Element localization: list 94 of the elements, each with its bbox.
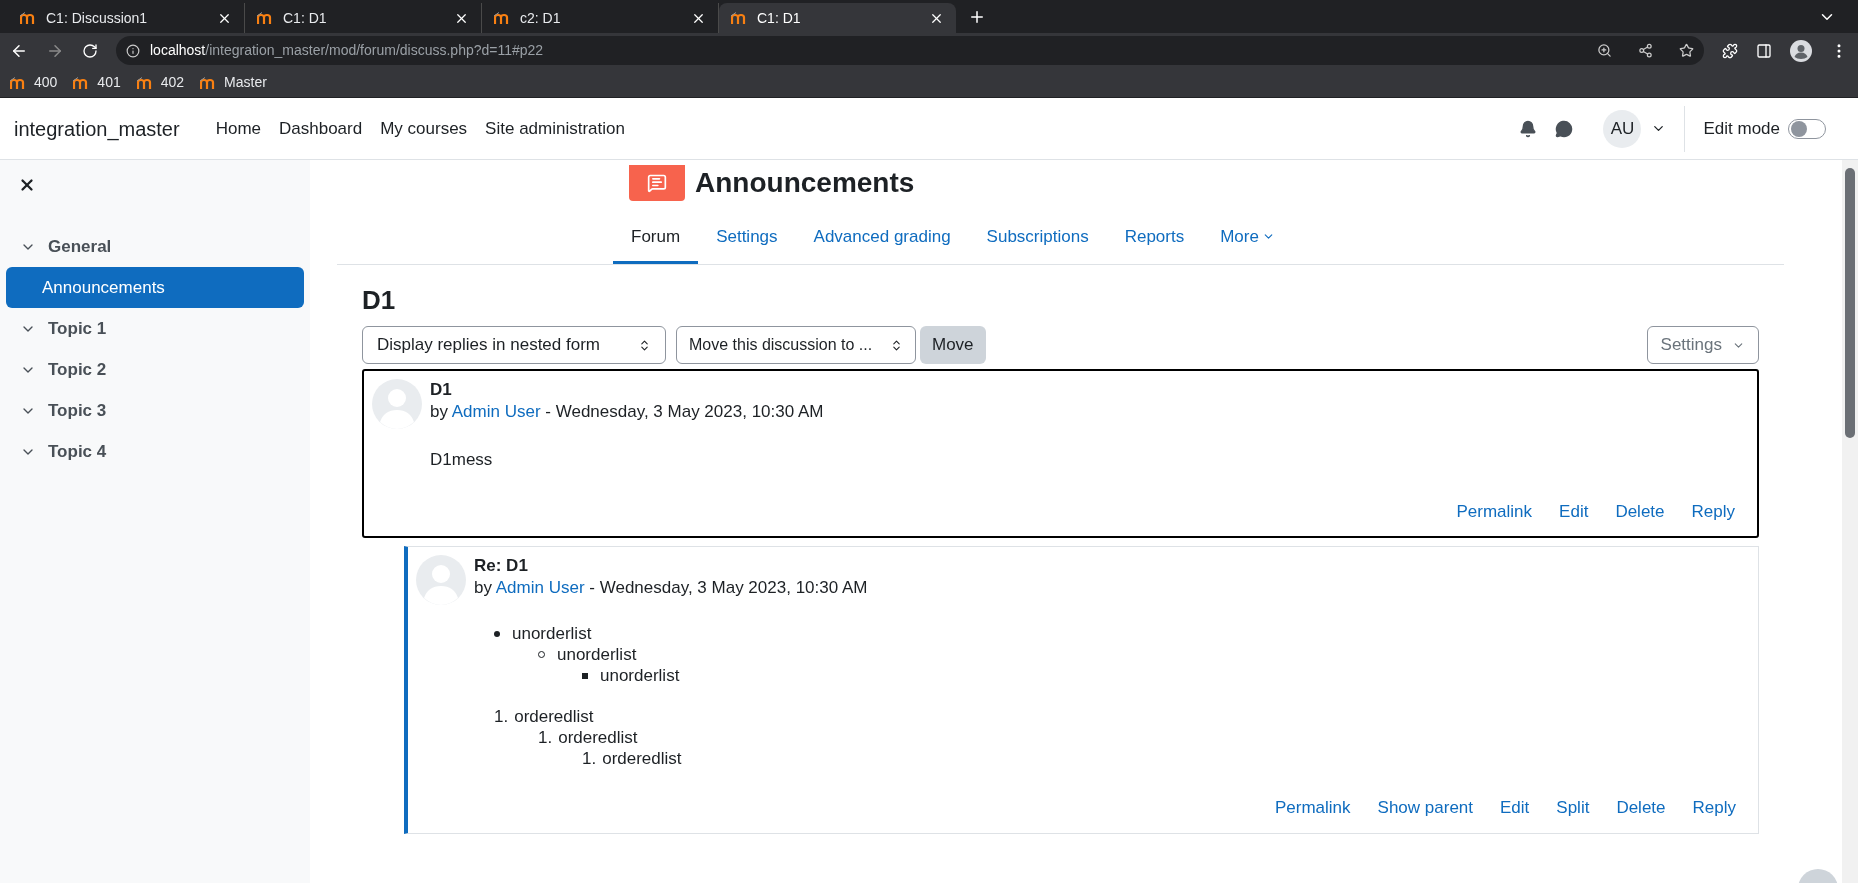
post-action-link[interactable]: Split (1556, 795, 1590, 821)
tab-title: C1: Discussion1 (46, 8, 149, 28)
section-label: Topic 2 (48, 358, 107, 381)
messages-icon[interactable] (1555, 119, 1574, 138)
secondary-tab[interactable]: Reports (1106, 212, 1203, 264)
edit-mode-label: Edit mode (1703, 117, 1780, 140)
post-action-link[interactable]: Show parent (1377, 795, 1473, 821)
address-bar[interactable]: localhost/integration_master/mod/forum/discuss.php?d=11#p22 (116, 36, 1704, 65)
select-arrows-icon (890, 338, 903, 352)
post-byline: by Admin User - Wednesday, 3 May 2023, 10:30 AM (430, 401, 825, 423)
select-arrows-icon (638, 338, 651, 352)
post-action-link[interactable]: Permalink (1274, 795, 1351, 821)
post-action-link[interactable]: Reply (1692, 795, 1736, 821)
discussion-title: D1 (362, 284, 397, 317)
post-action-link[interactable]: Reply (1691, 498, 1735, 524)
star-icon[interactable] (1679, 43, 1694, 58)
nav-link[interactable]: My courses (380, 115, 468, 142)
section-item[interactable]: General (6, 226, 304, 267)
bookmark[interactable]: 400 (10, 72, 58, 93)
secondary-tab[interactable]: Settings (698, 212, 796, 264)
section-label: Topic 4 (48, 440, 107, 463)
list-item-text: unorderlist (512, 622, 592, 645)
close-icon[interactable] (18, 176, 36, 194)
profile-icon[interactable] (1790, 39, 1812, 62)
site-favicon-icon (257, 12, 273, 24)
bullet-icon (494, 630, 500, 637)
nav-link[interactable]: Dashboard (279, 115, 363, 142)
browser-tab[interactable]: C1: D1 (719, 3, 956, 33)
secondary-tab[interactable]: More (1202, 212, 1293, 264)
user-avatar[interactable]: AU (1603, 109, 1642, 148)
list-item-text: orderedlist (558, 726, 638, 749)
post-action-link[interactable]: Delete (1615, 498, 1665, 524)
site-name[interactable]: integration_master (14, 113, 180, 144)
post-action-link[interactable]: Permalink (1456, 498, 1533, 524)
post-action-link[interactable]: Edit (1500, 795, 1530, 821)
author-link[interactable]: Admin User (495, 578, 585, 597)
url-text: localhost/integration_master/mod/forum/discuss.php?d=11#p22 (150, 41, 545, 60)
list-number: 1. (538, 726, 553, 749)
secondary-tab[interactable]: Advanced grading (795, 212, 969, 264)
post-action-link[interactable]: Delete (1616, 795, 1666, 821)
forum-icon (629, 165, 685, 201)
bookmark[interactable]: Master (200, 72, 267, 93)
secondary-tab[interactable]: Forum (613, 212, 699, 264)
author-link[interactable]: Admin User (451, 402, 541, 421)
extensions-icon[interactable] (1722, 42, 1738, 59)
list-item-text: orderedlist (514, 705, 594, 728)
edit-mode-switch[interactable] (1788, 118, 1826, 139)
site-favicon-icon (20, 12, 36, 24)
tab-title: C1: D1 (283, 8, 328, 28)
move-button[interactable]: Move (920, 326, 986, 364)
activity-item[interactable]: Announcements (6, 267, 304, 308)
site-favicon-icon (200, 76, 217, 89)
site-favicon-icon (494, 12, 510, 24)
post-subject: Re: D1 (474, 555, 529, 577)
section-label: Topic 1 (48, 317, 107, 340)
share-icon[interactable] (1638, 43, 1653, 58)
move-discussion-select[interactable]: Move this discussion to ... (676, 326, 916, 364)
list-number: 1. (582, 747, 597, 770)
post-subject: D1 (430, 379, 453, 401)
section-item[interactable]: Topic 4 (6, 431, 304, 472)
post-byline: by Admin User - Wednesday, 3 May 2023, 10:30 AM (474, 577, 869, 599)
bookmark[interactable]: 401 (73, 72, 121, 93)
section-item[interactable]: Topic 2 (6, 349, 304, 390)
tab-title: C1: D1 (757, 8, 802, 28)
bell-icon[interactable] (1519, 119, 1538, 138)
nav-link[interactable]: Home (215, 115, 261, 142)
nav-link[interactable]: Site administration (485, 115, 625, 142)
reload-icon[interactable] (82, 42, 98, 59)
site-favicon-icon (73, 76, 90, 89)
side-panel-icon[interactable] (1756, 42, 1772, 59)
site-favicon-icon (136, 76, 153, 89)
list-item-text: unorderlist (600, 664, 680, 687)
section-item[interactable]: Topic 1 (6, 308, 304, 349)
site-favicon-icon (10, 76, 26, 89)
section-label: Topic 3 (48, 399, 107, 422)
site-favicon-icon (731, 12, 747, 24)
post-message: D1mess (430, 449, 494, 471)
bookmark[interactable]: 402 (136, 72, 185, 93)
settings-button[interactable]: Settings (1646, 326, 1759, 364)
secondary-tab[interactable]: Subscriptions (968, 212, 1107, 264)
list-item-text: orderedlist (602, 747, 682, 770)
info-icon (126, 43, 140, 58)
tab-title: c2: D1 (520, 8, 562, 28)
list-number: 1. (494, 705, 509, 728)
list-item-text: unorderlist (557, 643, 637, 666)
section-item[interactable]: Topic 3 (6, 390, 304, 431)
new-tab-icon[interactable] (968, 8, 986, 26)
zoom-icon[interactable] (1597, 43, 1612, 58)
scrollbar[interactable] (1842, 160, 1858, 883)
display-mode-select[interactable]: Display replies in nested form (362, 326, 666, 364)
bullet-icon (582, 672, 588, 679)
page-title: Announcements (695, 166, 915, 200)
post-action-link[interactable]: Edit (1559, 498, 1589, 524)
section-label: General (48, 235, 112, 258)
